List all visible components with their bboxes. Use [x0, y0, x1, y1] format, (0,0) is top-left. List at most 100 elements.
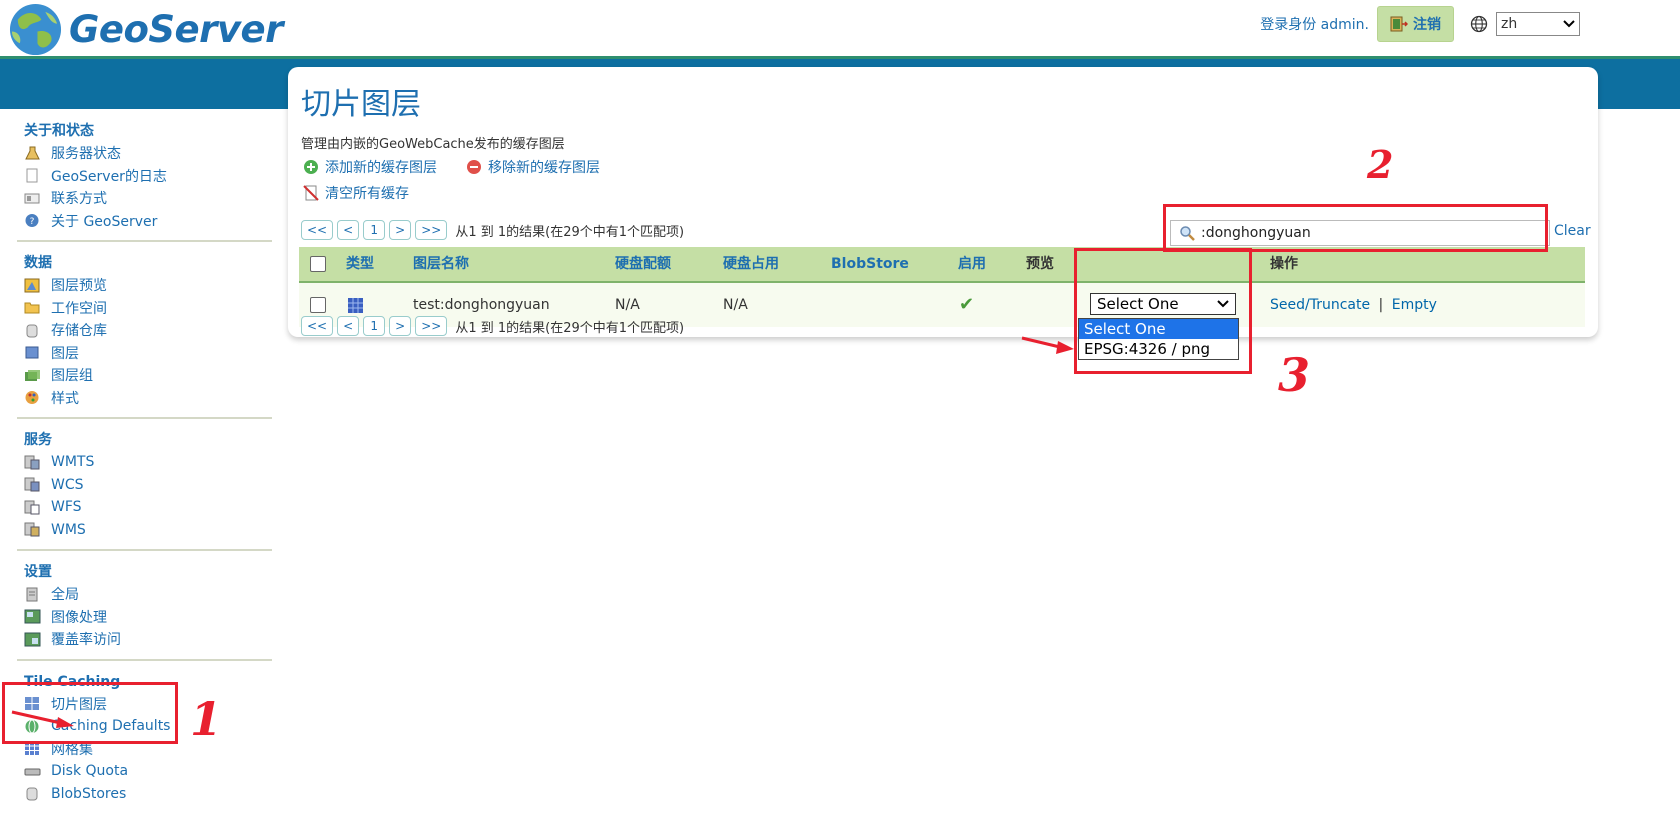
sidebar-item-wmts[interactable]: WMTS — [17, 451, 272, 474]
sidebar-item-wms[interactable]: WMS — [17, 519, 272, 542]
sidebar-item-label: 样式 — [51, 390, 79, 407]
image-icon — [24, 609, 41, 624]
nav-section-title: 数据 — [24, 255, 52, 271]
nav-section-data: 数据 图层预览 工作空间 存储仓库 图层 图层组 样式 — [17, 252, 272, 409]
col-preview: 预览 — [1026, 256, 1054, 272]
divider — [17, 549, 272, 551]
divider — [17, 240, 272, 242]
language-globe-icon — [1470, 15, 1488, 33]
sidebar-item-styles[interactable]: 样式 — [17, 387, 272, 410]
sidebar-item-layer-groups[interactable]: 图层组 — [17, 364, 272, 387]
sidebar-item-disk-quota[interactable]: Disk Quota — [17, 760, 272, 783]
sidebar-item-layer-preview[interactable]: 图层预览 — [17, 274, 272, 297]
add-cached-layer-label: 添加新的缓存图层 — [325, 160, 437, 176]
prev-page-button[interactable]: < — [337, 316, 360, 336]
sidebar-item-coverage-access[interactable]: 覆盖率访问 — [17, 628, 272, 651]
sidebar-item-label: GeoServer的日志 — [51, 168, 167, 185]
col-type[interactable]: 类型 — [346, 247, 374, 281]
sidebar-item-label: 图层组 — [51, 368, 93, 385]
select-all-checkbox[interactable] — [310, 256, 326, 272]
last-page-button[interactable]: >> — [415, 316, 448, 336]
sidebar-item-logs[interactable]: GeoServer的日志 — [17, 165, 272, 188]
add-cached-layer-link[interactable]: 添加新的缓存图层 — [303, 157, 437, 177]
divider — [17, 658, 272, 661]
service-icon — [24, 477, 40, 492]
sidebar-item-contact[interactable]: 联系方式 — [17, 187, 272, 210]
geoserver-logo[interactable]: GeoServer — [8, 3, 283, 55]
col-blobstore[interactable]: BlobStore — [831, 247, 909, 281]
login-label: 登录身份 admin. — [1260, 17, 1369, 33]
annotation-arrow-icon — [11, 710, 74, 728]
annotation-box-2 — [1163, 204, 1548, 252]
user-area: 登录身份 admin. 注销 zh — [1260, 6, 1580, 42]
nav-section-title: 设置 — [24, 564, 52, 580]
sidebar-item-label: 覆盖率访问 — [51, 632, 121, 649]
nav-section-about: 关于和状态 服务器状态 GeoServer的日志 联系方式 ? 关于 GeoSe… — [17, 120, 272, 232]
database-icon — [26, 787, 38, 801]
next-page-button[interactable]: > — [389, 316, 412, 336]
document-icon — [26, 168, 38, 183]
first-page-button[interactable]: << — [301, 316, 334, 336]
col-disk-quota[interactable]: 硬盘配额 — [615, 247, 671, 281]
nav-section-title: 服务 — [24, 432, 52, 448]
sidebar-item-label: WMTS — [51, 454, 95, 471]
table-header: 类型 图层名称 硬盘配额 硬盘占用 BlobStore 启用 预览 操作 — [299, 247, 1585, 283]
nav-section-services: 服务 WMTS WCS WFS WMS — [17, 429, 272, 541]
annotation-number-3: 3 — [1278, 348, 1311, 402]
last-page-button[interactable]: >> — [415, 220, 448, 240]
annotation-number-1: 1 — [190, 692, 223, 746]
remove-cached-layer-label: 移除新的缓存图层 — [488, 160, 600, 176]
next-page-button[interactable]: > — [389, 220, 412, 240]
service-icon — [24, 500, 40, 515]
sidebar-item-image-processing[interactable]: 图像处理 — [17, 606, 272, 629]
clear-search-link[interactable]: Clear — [1554, 223, 1591, 239]
sidebar-item-label: 图像处理 — [51, 609, 107, 626]
row-actions: Seed/Truncate | Empty — [1270, 283, 1437, 327]
header: GeoServer 登录身份 admin. 注销 zh — [0, 0, 1680, 59]
clear-all-cache-link[interactable]: 清空所有缓存 — [303, 183, 409, 203]
server-icon — [26, 587, 38, 602]
logout-icon — [1390, 16, 1408, 32]
enabled-check-icon: ✔ — [959, 294, 975, 315]
layer-icon — [25, 346, 39, 359]
map-preview-icon — [24, 278, 40, 293]
raster-layer-icon — [348, 298, 363, 313]
language-select[interactable]: zh — [1496, 12, 1580, 36]
sidebar-item-label: 工作空间 — [51, 300, 107, 317]
col-enabled[interactable]: 启用 — [958, 247, 986, 281]
col-disk-usage[interactable]: 硬盘占用 — [723, 247, 779, 281]
logout-button[interactable]: 注销 — [1377, 6, 1454, 42]
disk-usage-value: N/A — [723, 297, 748, 313]
sidebar-item-server-status[interactable]: 服务器状态 — [17, 142, 272, 165]
sidebar-item-label: 存储仓库 — [51, 323, 107, 340]
sidebar-item-layers[interactable]: 图层 — [17, 342, 272, 365]
nav-section-title: 关于和状态 — [24, 123, 94, 139]
page-number-button[interactable]: 1 — [363, 220, 386, 240]
sidebar-item-wfs[interactable]: WFS — [17, 496, 272, 519]
sidebar-item-global[interactable]: 全局 — [17, 583, 272, 606]
prev-page-button[interactable]: < — [337, 220, 360, 240]
add-icon — [304, 160, 318, 174]
contact-card-icon — [24, 193, 40, 204]
seed-truncate-link[interactable]: Seed/Truncate — [1270, 297, 1370, 313]
first-page-button[interactable]: << — [301, 220, 334, 240]
annotation-number-2: 2 — [1367, 142, 1394, 187]
layer-group-icon — [25, 369, 40, 381]
annotation-box-3 — [1074, 248, 1252, 374]
remove-cached-layer-link[interactable]: 移除新的缓存图层 — [466, 157, 600, 177]
empty-link[interactable]: Empty — [1392, 297, 1437, 313]
sidebar-item-stores[interactable]: 存储仓库 — [17, 319, 272, 342]
col-layer-name[interactable]: 图层名称 — [413, 247, 469, 281]
clear-cache-icon — [303, 185, 319, 201]
pager-top: << < 1 > >> 从1 到 1的结果(在29个中有1个匹配项) — [301, 220, 684, 240]
sidebar-item-blobstores[interactable]: BlobStores — [17, 783, 272, 806]
col-actions: 操作 — [1270, 256, 1298, 272]
action-separator: | — [1378, 297, 1384, 313]
sidebar-item-workspaces[interactable]: 工作空间 — [17, 297, 272, 320]
row-checkbox[interactable] — [310, 297, 326, 313]
service-icon — [24, 522, 40, 537]
sidebar-item-about[interactable]: ? 关于 GeoServer — [17, 210, 272, 233]
page-number-button[interactable]: 1 — [363, 316, 386, 336]
nav-section-settings: 设置 全局 图像处理 覆盖率访问 — [17, 561, 272, 651]
sidebar-item-wcs[interactable]: WCS — [17, 474, 272, 497]
